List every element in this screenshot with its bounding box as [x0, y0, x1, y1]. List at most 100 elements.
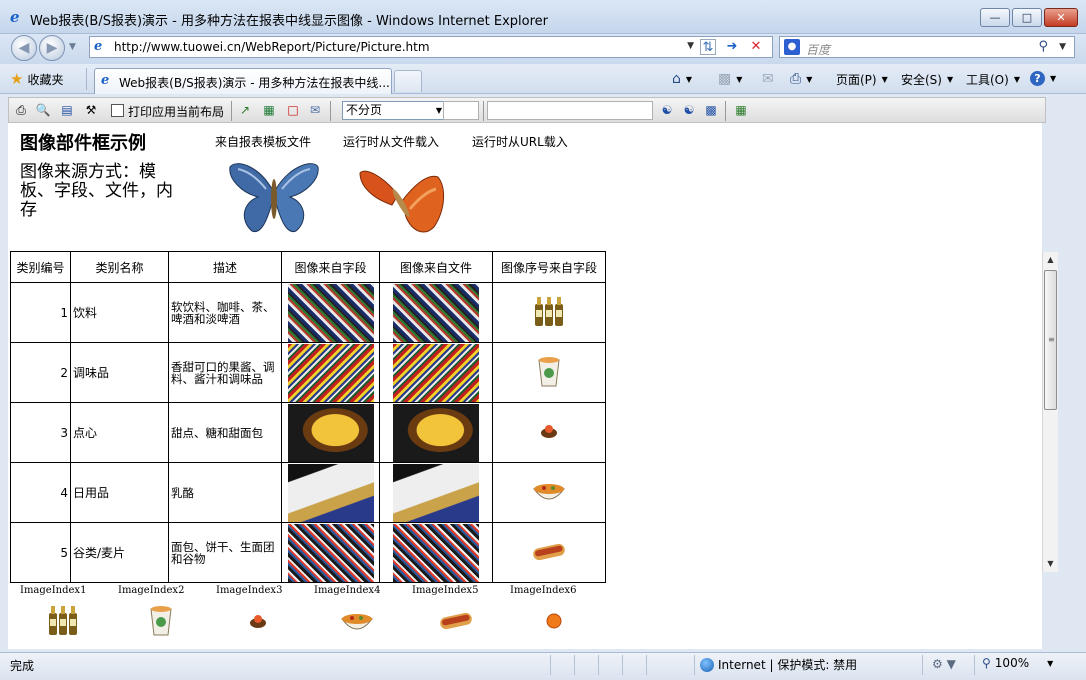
report-table: 类别编号 类别名称 描述 图像来自字段 图像来自文件 图像序号来自字段 1 饮料…: [10, 251, 606, 583]
print-button[interactable]: ⎙ ▼: [790, 71, 812, 87]
category-name: 调味品: [70, 342, 169, 403]
page-menu[interactable]: 页面(P) ▼: [836, 71, 888, 88]
cup-icon: [150, 606, 172, 636]
close-button[interactable]: ✕: [1044, 8, 1078, 27]
dithered-photo: [393, 523, 479, 582]
index-image-cell: [492, 342, 606, 403]
mail-button[interactable]: ✉: [762, 71, 774, 87]
orange-butterfly-image: [359, 170, 444, 233]
index-image-cell: [492, 522, 606, 583]
file-image-cell: [379, 402, 493, 463]
hotdog-icon: [440, 612, 472, 630]
column-header: 图像来自文件: [379, 251, 493, 283]
dithered-photo: [287, 343, 374, 402]
paging-select[interactable]: 不分页 ▼: [342, 101, 447, 120]
grid-export-icon[interactable]: ▦: [733, 102, 749, 118]
back-button[interactable]: ◀: [11, 35, 37, 61]
image-index-label: ImageIndex2: [118, 585, 185, 596]
search-dropdown-icon[interactable]: ▼: [1059, 42, 1066, 52]
beer-bottles-icon: [49, 606, 77, 635]
dithered-photo: [393, 283, 479, 342]
column-header: 类别编号: [10, 251, 71, 283]
window-controls: — □ ✕: [980, 8, 1078, 27]
search-input[interactable]: ● 百度 ⚲ ▼: [779, 36, 1075, 58]
safety-menu[interactable]: 安全(S) ▼: [901, 71, 953, 88]
feeds-button[interactable]: ▩ ▼: [718, 71, 742, 87]
minimize-button[interactable]: —: [980, 8, 1010, 27]
history-dropdown-icon[interactable]: ▼: [69, 42, 76, 52]
tab-active[interactable]: e Web报表(B/S报表)演示 - 用多种方法在报表中线...: [94, 68, 392, 94]
favorites-button[interactable]: ★ 收藏夹: [10, 69, 63, 89]
find-window-icon[interactable]: ▩: [703, 102, 719, 118]
field-image-cell: [281, 342, 380, 403]
rss-icon: ▩: [718, 71, 732, 87]
scroll-down-button[interactable]: ▼: [1043, 556, 1058, 572]
field-image-cell: [281, 282, 380, 343]
divider: [550, 655, 551, 675]
page-menu-label: 页面(P): [836, 73, 877, 87]
field-image-cell: [281, 522, 380, 583]
zoom-level: 100%: [994, 656, 1030, 670]
chevron-down-icon: ▼: [1047, 658, 1054, 668]
apply-layout-label: 打印应用当前布局: [128, 105, 225, 119]
url-dropdown-icon[interactable]: ▼: [687, 41, 694, 51]
report-toolbar: ⎙ 🔍 ▤ ⚒ 打印应用当前布局 ↗ ▦ □ ✉ 不分页 ▼ ☯ ☯ ▩ ▦: [8, 97, 1046, 123]
maximize-button[interactable]: □: [1012, 8, 1042, 27]
divider: [622, 655, 623, 675]
vertical-scrollbar[interactable]: ▲ ≡ ▼: [1042, 252, 1058, 572]
find-icon[interactable]: ☯: [659, 102, 675, 118]
settings-icon[interactable]: ⚒: [83, 102, 99, 118]
index-image-cell: [492, 462, 606, 523]
popup-blocker-icon[interactable]: ⚙ ▼: [932, 657, 956, 671]
help-button[interactable]: ? ▼: [1030, 71, 1056, 86]
dithered-photo: [393, 463, 479, 522]
home-button[interactable]: ⌂ ▼: [672, 71, 692, 87]
page-number-input[interactable]: [443, 101, 479, 120]
book-icon[interactable]: ▤: [59, 102, 75, 118]
column-header: 描述: [168, 251, 282, 283]
apply-layout-checkbox[interactable]: [111, 104, 124, 117]
go-arrow-icon[interactable]: ➜: [724, 39, 740, 55]
find-input[interactable]: [487, 101, 653, 120]
category-description: 软饮料、咖啡、茶、啤酒和淡啤酒: [168, 282, 282, 343]
divider: [922, 655, 923, 675]
field-image-cell: [281, 462, 380, 523]
email-icon[interactable]: ✉: [307, 102, 323, 118]
beer-bottles-icon: [535, 297, 563, 326]
url-field[interactable]: e http://www.tuowei.cn/WebReport/Picture…: [89, 36, 773, 58]
label-from-template: 来自报表模板文件: [215, 135, 312, 149]
label-from-file: 运行时从文件载入: [343, 135, 440, 149]
pdf-icon[interactable]: □: [285, 102, 301, 118]
security-zone[interactable]: Internet | 保护模式: 禁用: [700, 656, 857, 673]
paging-select-value: 不分页: [346, 103, 383, 117]
dithered-photo: [287, 463, 374, 522]
blue-butterfly-image: [229, 163, 319, 233]
forward-button[interactable]: ▶: [39, 35, 65, 61]
category-name: 点心: [70, 402, 169, 463]
help-icon: ?: [1030, 71, 1045, 86]
stop-icon[interactable]: ✕: [748, 39, 764, 55]
compatibility-view-icon[interactable]: ⇅: [700, 39, 716, 55]
search-icon[interactable]: ⚲: [1038, 39, 1048, 54]
image-index-label: ImageIndex5: [412, 585, 479, 596]
excel-icon[interactable]: ▦: [261, 102, 277, 118]
new-tab-button[interactable]: [394, 70, 422, 92]
tab-page-icon: e: [101, 73, 110, 88]
print-icon[interactable]: ⎙: [13, 102, 29, 118]
tools-menu[interactable]: 工具(O) ▼: [966, 71, 1020, 88]
print-preview-icon[interactable]: 🔍: [35, 102, 51, 118]
bowl-icon: [340, 614, 374, 630]
find-next-icon[interactable]: ☯: [681, 102, 697, 118]
category-description: 甜点、糖和甜面包: [168, 402, 282, 463]
scroll-up-button[interactable]: ▲: [1043, 252, 1058, 268]
divider: [646, 655, 647, 675]
zoom-control[interactable]: ⚲ 100% ▼: [982, 656, 1053, 670]
index-image-cell: [492, 282, 606, 343]
export-icon[interactable]: ↗: [237, 102, 253, 118]
divider: [694, 655, 695, 675]
dessert-icon: [541, 425, 557, 438]
divider: [231, 101, 232, 121]
category-id: 3: [10, 402, 71, 463]
scroll-thumb[interactable]: ≡: [1044, 270, 1057, 410]
url-text[interactable]: http://www.tuowei.cn/WebReport/Picture/P…: [114, 40, 430, 54]
